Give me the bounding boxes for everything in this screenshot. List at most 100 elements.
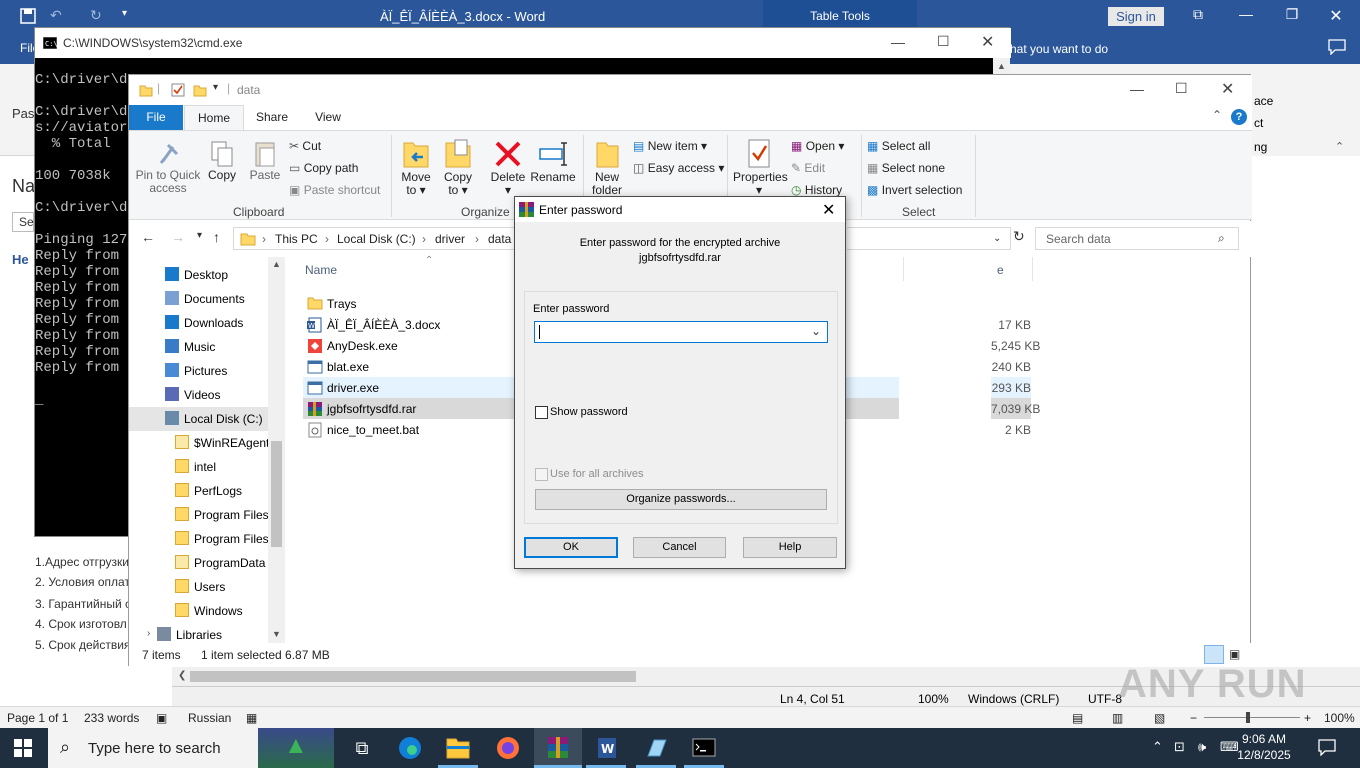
word-maximize-icon[interactable]: ❐ — [1282, 6, 1302, 26]
help-icon[interactable]: ? — [1231, 109, 1247, 125]
select-all-button[interactable]: ▦ Select all — [867, 139, 930, 153]
taskbar-search-box[interactable]: ⌕ Type here to search ▲ — [48, 728, 334, 768]
tab-home[interactable]: Home — [184, 105, 244, 130]
ok-button[interactable]: OK — [524, 537, 618, 558]
nav-scrollbar[interactable]: ▲ ▼ — [268, 257, 285, 643]
enter-password-dialog[interactable]: Enter password ✕ Enter password for the … — [514, 196, 846, 569]
nav-item[interactable]: Program Files — [129, 503, 269, 527]
use-for-all-checkbox[interactable] — [535, 468, 548, 481]
notifications-icon[interactable] — [1318, 738, 1336, 756]
cmd-maximize-icon[interactable]: ☐ — [937, 33, 950, 50]
cmd-taskbar-icon[interactable] — [684, 734, 724, 762]
paste-shortcut-button[interactable]: ▣ Paste shortcut — [289, 183, 380, 197]
select-fragment[interactable]: ct — [1254, 116, 1263, 130]
read-mode-icon[interactable]: ▤ — [1072, 711, 1083, 725]
quick-access-dropdown-icon[interactable]: ▾ — [122, 8, 127, 19]
language[interactable]: Russian — [188, 711, 231, 725]
notepad-taskbar-icon[interactable] — [636, 734, 676, 762]
word-close-icon[interactable]: ✕ — [1326, 6, 1346, 26]
undo-icon[interactable]: ↶ — [50, 7, 62, 24]
help-button[interactable]: Help — [743, 537, 837, 558]
password-input[interactable]: ⌄ — [534, 321, 828, 343]
nav-item[interactable]: Music — [129, 335, 269, 359]
tab-view[interactable]: View — [305, 105, 351, 130]
copy-to-button[interactable]: Copy to ▾ — [439, 137, 477, 197]
nav-item[interactable]: Local Disk (C:) — [129, 407, 268, 431]
sign-in-button[interactable]: Sign in — [1108, 7, 1164, 26]
explorer-title-bar[interactable]: | ▾ | data — ☐ ✕ — [129, 75, 1252, 105]
word-minimize-icon[interactable]: — — [1236, 6, 1256, 26]
nav-item[interactable]: ProgramData — [129, 551, 269, 575]
refresh-icon[interactable]: ↻ — [1013, 228, 1025, 245]
headings-fragment[interactable]: He — [12, 252, 29, 267]
scroll-up-icon[interactable]: ▲ — [272, 259, 281, 269]
nav-item[interactable]: Program Files — [129, 527, 269, 551]
tell-me-text[interactable]: hat you want to do — [1010, 42, 1108, 56]
show-password-label[interactable]: Show password — [550, 406, 628, 418]
address-dropdown-icon[interactable]: ⌄ — [993, 233, 1001, 244]
edge-icon[interactable] — [390, 734, 430, 762]
breadcrumb-this-pc[interactable]: This PC — [275, 232, 318, 246]
tab-share[interactable]: Share — [249, 105, 295, 130]
cmd-title-bar[interactable]: C:\ C:\WINDOWS\system32\cmd.exe — ☐ ✕ — [35, 28, 1011, 58]
comment-icon[interactable] — [1328, 39, 1346, 55]
breadcrumb-driver[interactable]: driver — [435, 232, 465, 246]
nav-item[interactable]: PerfLogs — [129, 479, 269, 503]
explorer-minimize-icon[interactable]: — — [1130, 81, 1144, 97]
nav-item[interactable]: Users — [129, 575, 269, 599]
new-item-button[interactable]: ▤ New item ▾ — [633, 139, 707, 153]
dialog-title-bar[interactable]: Enter password ✕ — [515, 197, 845, 222]
replace-fragment[interactable]: ace — [1254, 94, 1273, 108]
zoom-in-icon[interactable]: + — [1304, 711, 1311, 725]
cmd-scroll-up-icon[interactable]: ▲ — [993, 58, 1010, 74]
accessibility-icon[interactable]: ▦ — [246, 711, 257, 725]
firefox-icon[interactable] — [488, 734, 528, 762]
invert-selection-button[interactable]: ▩ Invert selection — [867, 183, 962, 197]
nav-item[interactable]: Documents — [129, 287, 269, 311]
show-hidden-icons-icon[interactable]: ⌃ — [1152, 739, 1163, 755]
network-icon[interactable]: ⊡ — [1174, 739, 1185, 755]
delete-button[interactable]: Delete ▾ — [487, 137, 529, 197]
winrar-taskbar-button[interactable] — [534, 728, 582, 768]
nav-item[interactable]: intel — [129, 455, 269, 479]
paste-button[interactable]: Paste — [246, 139, 284, 182]
cancel-button[interactable]: Cancel — [633, 537, 726, 558]
copy-button[interactable]: Copy — [203, 139, 241, 182]
explorer-maximize-icon[interactable]: ☐ — [1175, 80, 1188, 97]
zoom-slider-thumb[interactable] — [1246, 712, 1250, 723]
word-zoom[interactable]: 100% — [1324, 711, 1355, 725]
collapse-ribbon-icon[interactable]: ⌃ — [1335, 140, 1344, 153]
task-view-icon[interactable]: ⧉ — [342, 734, 382, 762]
zoom-out-icon[interactable]: − — [1190, 711, 1197, 725]
large-icons-view-icon[interactable]: ▣ — [1229, 647, 1240, 661]
show-password-checkbox[interactable] — [535, 406, 548, 419]
select-none-button[interactable]: ▦ Select none — [867, 161, 945, 175]
new-folder-button[interactable]: New folder — [587, 137, 627, 197]
nav-item[interactable]: Pictures — [129, 359, 269, 383]
forward-icon[interactable]: → — [171, 229, 185, 245]
word-count[interactable]: 233 words — [84, 711, 139, 725]
explorer-close-icon[interactable]: ✕ — [1221, 79, 1234, 99]
search-icon[interactable]: ⌕ — [1218, 231, 1225, 246]
properties-button[interactable]: Properties ▾ — [733, 137, 788, 197]
nav-item[interactable]: Downloads — [129, 311, 269, 335]
new-folder-qat-icon[interactable] — [193, 83, 207, 97]
properties-check-icon[interactable] — [171, 83, 185, 97]
nav-item[interactable]: Videos — [129, 383, 269, 407]
page-count[interactable]: Page 1 of 1 — [7, 711, 68, 725]
system-clock[interactable]: 9:06 AM 12/8/2025 — [1236, 731, 1292, 763]
cmd-minimize-icon[interactable]: — — [891, 34, 905, 50]
breadcrumb-data[interactable]: data — [488, 232, 511, 246]
web-layout-icon[interactable]: ▧ — [1154, 711, 1165, 725]
cut-button[interactable]: ✂ Cut — [289, 139, 321, 153]
column-header-size[interactable]: e — [997, 263, 1004, 277]
history-button[interactable]: ◷ History — [791, 183, 842, 197]
dialog-close-icon[interactable]: ✕ — [822, 200, 835, 220]
scroll-thumb[interactable] — [190, 671, 636, 682]
start-windows-icon[interactable] — [14, 739, 32, 757]
organize-passwords-button[interactable]: Organize passwords... — [535, 489, 827, 510]
nav-item[interactable]: $WinREAgent — [129, 431, 269, 455]
edit-button[interactable]: ✎ Edit — [791, 161, 825, 175]
file-explorer-taskbar-icon[interactable] — [438, 734, 478, 762]
redo-icon[interactable]: ↻ — [90, 7, 102, 24]
